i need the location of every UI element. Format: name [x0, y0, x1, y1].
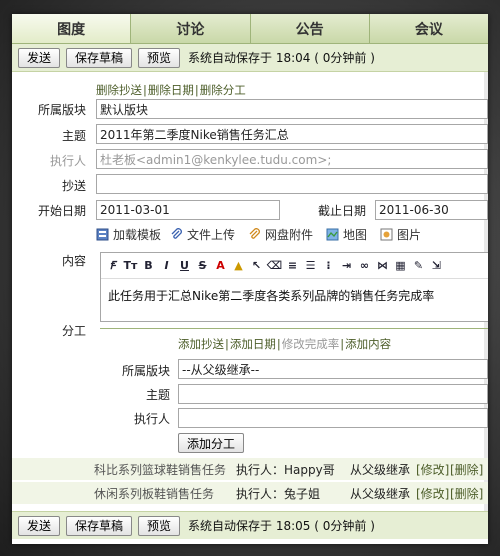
edit-completion-link[interactable]: 修改完成率 — [282, 337, 340, 351]
division-subject-input[interactable] — [178, 384, 488, 404]
tab-tudu[interactable]: 图度 — [12, 14, 132, 43]
map-label: 地图 — [343, 228, 368, 242]
add-division-button[interactable]: 添加分工 — [178, 433, 245, 453]
align-left-icon[interactable]: ≡ — [285, 258, 300, 273]
task-row: 科比系列篮球鞋销售任务 执行人：Happy哥 从父级继承 [修改] [删除] — [12, 458, 488, 480]
delete-division-link[interactable]: 删除分工 — [200, 83, 246, 97]
top-link-row: 删除抄送|删除日期|删除分工 — [96, 83, 246, 97]
font-color-icon[interactable]: A — [213, 258, 228, 273]
task-delete-link[interactable]: [删除] — [450, 461, 483, 478]
save-draft-button[interactable]: 保存草稿 — [66, 515, 133, 536]
rich-text-editor: Ꞙ Tᴛ B I U S A ▲ ↖ ⌫ ≡ ☰ ⁝ ⇥ ∞ ⋈ ▦ ✎ ⇲ 此… — [100, 252, 488, 322]
font-family-icon[interactable]: Ꞙ — [105, 258, 120, 273]
netdisk-attach-tool[interactable]: 网盘附件 — [248, 226, 313, 243]
task-name: 休闲系列板鞋销售任务 — [94, 486, 215, 501]
highlight-icon[interactable]: ▲ — [231, 258, 246, 273]
division-subject-label: 主题 — [145, 388, 170, 402]
font-size-icon[interactable]: Tᴛ — [123, 258, 138, 273]
start-date-input[interactable]: 2011-03-01 — [96, 200, 280, 220]
link-icon[interactable]: ∞ — [357, 258, 372, 273]
division-board-select[interactable]: --从父级继承-- — [178, 359, 488, 379]
tab-discussion[interactable]: 讨论 — [131, 14, 251, 43]
board-label: 所属版块 — [37, 103, 86, 117]
add-content-link[interactable]: 添加内容 — [345, 337, 391, 351]
board-select[interactable]: 默认版块 — [96, 99, 488, 119]
start-date-label: 开始日期 — [37, 204, 86, 218]
editor-content[interactable]: 此任务用于汇总Nike第二季度各类系列品牌的销售任务完成率 — [101, 279, 488, 312]
task-executor: 执行人：兔子姐 — [236, 486, 321, 501]
autosave-status: 系统自动保存于 18:04 ( 0分钟前 ) — [188, 51, 375, 65]
delete-date-link[interactable]: 删除日期 — [148, 83, 194, 97]
task-name: 科比系列篮球鞋销售任务 — [94, 462, 227, 477]
eraser-icon[interactable]: ⌫ — [267, 258, 283, 273]
subject-label: 主题 — [61, 129, 86, 143]
add-date-link[interactable]: 添加日期 — [230, 337, 276, 351]
image-tool[interactable]: 图片 — [380, 226, 421, 243]
end-date-input[interactable]: 2011-06-30 — [375, 200, 488, 220]
task-delete-link[interactable]: [删除] — [450, 485, 483, 502]
task-inherit: 从父级继承 — [350, 462, 411, 477]
task-executor: 执行人：Happy哥 — [236, 462, 335, 477]
send-button[interactable]: 发送 — [18, 47, 61, 68]
tab-meeting[interactable]: 会议 — [369, 14, 488, 43]
division-executor-label: 执行人 — [133, 412, 170, 426]
tab-bar: 图度 讨论 公告 会议 — [12, 14, 488, 44]
cc-input[interactable] — [96, 174, 488, 194]
delete-cc-link[interactable]: 删除抄送 — [96, 83, 142, 97]
template-icon — [96, 228, 109, 241]
task-edit-link[interactable]: [修改] — [416, 461, 449, 478]
netdisk-attach-label: 网盘附件 — [265, 228, 314, 242]
division-board-label: 所属版块 — [121, 364, 170, 378]
task-edit-link[interactable]: [修改] — [416, 485, 449, 502]
tudu-compose-window: 图度 讨论 公告 会议 发送 保存草稿 预览 系统自动保存于 18:04 ( 0… — [12, 14, 488, 544]
indent-icon[interactable]: ⇥ — [339, 258, 354, 273]
save-draft-button[interactable]: 保存草稿 — [66, 47, 133, 68]
bold-icon[interactable]: B — [141, 258, 156, 273]
image-icon — [380, 228, 393, 241]
expand-icon[interactable]: ⇲ — [429, 258, 444, 273]
task-row: 休闲系列板鞋销售任务 执行人：兔子姐 从父级继承 [修改] [删除] — [12, 482, 488, 504]
executor-label: 执行人 — [49, 154, 86, 168]
send-button[interactable]: 发送 — [18, 515, 61, 536]
cc-label: 抄送 — [61, 179, 86, 193]
bottom-toolbar: 发送 保存草稿 预览 系统自动保存于 18:05 ( 0分钟前 ) — [12, 511, 488, 539]
division-label: 分工 — [61, 324, 86, 338]
table-icon[interactable]: ▦ — [393, 258, 408, 273]
ordered-list-icon[interactable]: ☰ — [303, 258, 318, 273]
image-label: 图片 — [397, 228, 422, 242]
division-divider — [100, 328, 488, 329]
unordered-list-icon[interactable]: ⁝ — [321, 258, 336, 273]
load-template-tool[interactable]: 加载模板 — [96, 226, 161, 243]
division-link-row: 添加抄送|添加日期|修改完成率|添加内容 — [178, 337, 392, 351]
tab-notice[interactable]: 公告 — [250, 14, 370, 43]
add-cc-link[interactable]: 添加抄送 — [178, 337, 224, 351]
underline-icon[interactable]: U — [177, 258, 192, 273]
task-inherit: 从父级继承 — [350, 486, 411, 501]
executor-input[interactable]: 杜老板<admin1@kenkylee.tudu.com>; — [96, 149, 488, 169]
unlink-icon[interactable]: ⋈ — [375, 258, 390, 273]
division-executor-input[interactable] — [178, 408, 488, 428]
paperclip-icon — [170, 228, 183, 241]
end-date-label: 截止日期 — [317, 204, 366, 218]
file-upload-label: 文件上传 — [187, 228, 236, 242]
subject-input[interactable]: 2011年第二季度Nike销售任务汇总 — [96, 124, 488, 144]
autosave-status: 系统自动保存于 18:05 ( 0分钟前 ) — [188, 519, 375, 533]
load-template-label: 加载模板 — [113, 228, 162, 242]
cursor-icon[interactable]: ↖ — [249, 258, 264, 273]
italic-icon[interactable]: I — [159, 258, 174, 273]
content-label: 内容 — [61, 254, 86, 268]
strikethrough-icon[interactable]: S — [195, 258, 210, 273]
top-toolbar: 发送 保存草稿 预览 系统自动保存于 18:04 ( 0分钟前 ) — [12, 44, 488, 72]
edit-source-icon[interactable]: ✎ — [411, 258, 426, 273]
map-tool[interactable]: 地图 — [326, 226, 367, 243]
preview-button[interactable]: 预览 — [138, 47, 181, 68]
map-icon — [326, 228, 339, 241]
preview-button[interactable]: 预览 — [138, 515, 181, 536]
netdisk-icon — [248, 228, 261, 241]
editor-toolbar: Ꞙ Tᴛ B I U S A ▲ ↖ ⌫ ≡ ☰ ⁝ ⇥ ∞ ⋈ ▦ ✎ ⇲ — [101, 253, 488, 279]
file-upload-tool[interactable]: 文件上传 — [170, 226, 235, 243]
